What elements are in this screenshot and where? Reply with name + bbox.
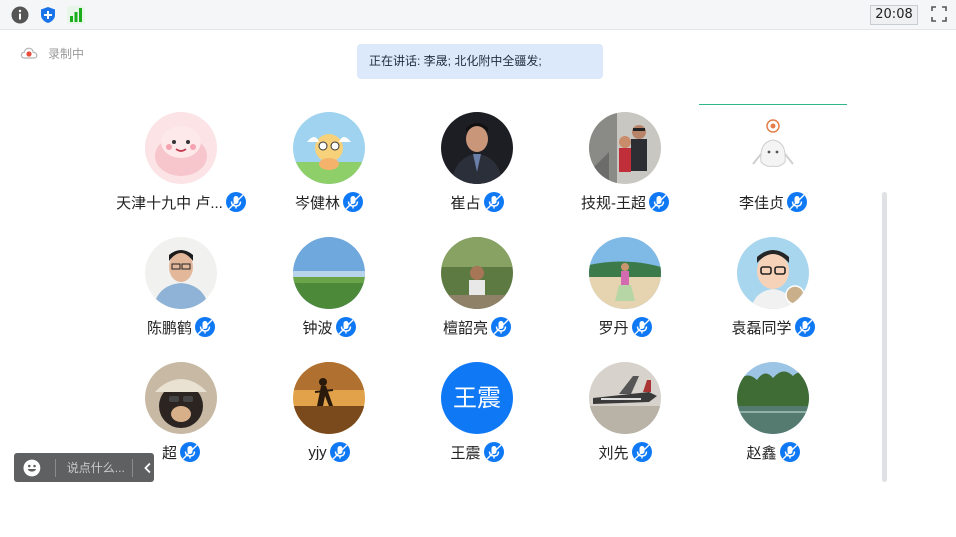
participant-tile[interactable]: 崔占 xyxy=(403,112,551,222)
microphone-icon xyxy=(225,192,246,212)
participant-name: 钟波 xyxy=(302,319,333,337)
chat-separator xyxy=(54,458,56,477)
avatar[interactable] xyxy=(589,237,661,309)
microphone-icon xyxy=(787,192,807,212)
avatar[interactable] xyxy=(589,362,661,434)
avatar[interactable] xyxy=(737,362,809,434)
avatar[interactable] xyxy=(589,112,661,184)
participant-tile[interactable]: 赵鑫 xyxy=(699,362,847,472)
participant-name: 赵鑫 xyxy=(746,444,777,462)
participant-name: 天津十九中 卢... xyxy=(116,194,223,212)
avatar[interactable] xyxy=(145,362,217,434)
microphone-icon xyxy=(779,442,800,462)
microphone-icon xyxy=(329,442,350,462)
participant-tile[interactable]: 钟波 xyxy=(255,237,403,347)
participant-name-row: yjy xyxy=(255,440,403,464)
participant-name: 技规-王超 xyxy=(581,194,646,212)
participant-tile[interactable]: 刘先 xyxy=(551,362,699,472)
microphone-icon xyxy=(483,442,504,462)
microphone-icon xyxy=(631,317,652,337)
participant-name-row: 李佳贞 xyxy=(699,190,847,214)
participant-tile[interactable]: 罗丹 xyxy=(551,237,699,347)
avatar[interactable] xyxy=(441,237,513,309)
microphone-icon xyxy=(631,442,652,462)
participant-name-row: 钟波 xyxy=(255,315,403,339)
cloud-record-icon xyxy=(20,47,38,59)
microphone-icon xyxy=(195,317,215,337)
participant-name: 罗丹 xyxy=(598,319,629,337)
participant-name: 岑健林 xyxy=(294,194,340,212)
recording-label: 录制中 xyxy=(48,46,85,61)
chat-input[interactable]: 说点什么... xyxy=(67,459,126,476)
participant-name-row: 天津十九中 卢... xyxy=(107,190,255,214)
participant-name-row: 崔占 xyxy=(403,190,551,214)
participant-name-row: 岑健林 xyxy=(255,190,403,214)
participant-name: 檀韶亮 xyxy=(442,319,488,337)
participant-tile[interactable]: 袁磊同学 xyxy=(699,237,847,347)
avatar[interactable] xyxy=(293,237,365,309)
participant-name: 刘先 xyxy=(598,444,629,462)
participant-name: yjy xyxy=(308,443,327,461)
participant-name: 李佳贞 xyxy=(738,194,784,212)
participant-tile[interactable]: 檀韶亮 xyxy=(403,237,551,347)
microphone-icon xyxy=(335,317,356,337)
avatar[interactable] xyxy=(293,362,365,434)
participant-name: 王震 xyxy=(450,444,481,462)
participant-name-row: 赵鑫 xyxy=(699,440,847,464)
avatar-initials: 王震 xyxy=(441,362,513,434)
participant-name-row: 罗丹 xyxy=(551,315,699,339)
participant-name-row: 技规-王超 xyxy=(551,190,699,214)
top-toolbar: 20:08 xyxy=(0,0,956,30)
participant-name: 袁磊同学 xyxy=(731,319,792,337)
participant-name-row: 陈鹏鹤 xyxy=(107,315,255,339)
smiley-icon[interactable] xyxy=(23,459,41,477)
participant-tile[interactable]: 技规-王超 xyxy=(551,112,699,222)
participant-name-row: 刘先 xyxy=(551,440,699,464)
participant-name: 超 xyxy=(161,444,177,462)
participant-name-row: 檀韶亮 xyxy=(403,315,551,339)
info-icon[interactable] xyxy=(11,6,29,24)
avatar[interactable] xyxy=(441,112,513,184)
participant-tile[interactable]: 岑健林 xyxy=(255,112,403,222)
divider-line xyxy=(699,104,847,105)
participant-tile[interactable]: 王震 王震 xyxy=(403,362,551,472)
chat-bar: 说点什么... xyxy=(14,453,154,482)
avatar[interactable] xyxy=(293,112,365,184)
speaking-banner: 正在讲话: 李晟; 北化附中全疆发; xyxy=(357,44,603,79)
participant-name-row: 王震 xyxy=(403,440,551,464)
participant-tile[interactable]: 陈鹏鹤 xyxy=(107,237,255,347)
shield-plus-icon[interactable] xyxy=(39,6,57,24)
microphone-icon xyxy=(649,192,669,212)
avatar[interactable] xyxy=(737,237,809,309)
avatar[interactable] xyxy=(145,237,217,309)
recording-indicator: 录制中 xyxy=(20,44,84,62)
signal-bars-icon[interactable] xyxy=(67,6,85,24)
participant-name: 崔占 xyxy=(450,194,481,212)
microphone-icon xyxy=(794,317,815,337)
clock: 20:08 xyxy=(870,5,918,25)
participant-name-row: 袁磊同学 xyxy=(699,315,847,339)
chat-separator xyxy=(132,458,134,477)
participant-tile[interactable]: 李佳贞 xyxy=(699,112,847,222)
participant-tile[interactable]: yjy xyxy=(255,362,403,472)
grid-scrollbar[interactable] xyxy=(882,192,887,482)
avatar[interactable]: 王震 xyxy=(441,362,513,434)
participant-tile[interactable]: 天津十九中 卢... xyxy=(107,112,255,222)
fullscreen-icon[interactable] xyxy=(931,6,947,22)
participant-name: 陈鹏鹤 xyxy=(146,319,192,337)
avatar[interactable] xyxy=(737,112,809,184)
microphone-icon xyxy=(343,192,363,212)
chevron-left-icon[interactable] xyxy=(142,462,154,474)
microphone-icon xyxy=(180,442,200,462)
microphone-icon xyxy=(483,192,504,212)
microphone-icon xyxy=(491,317,511,337)
avatar[interactable] xyxy=(145,112,217,184)
